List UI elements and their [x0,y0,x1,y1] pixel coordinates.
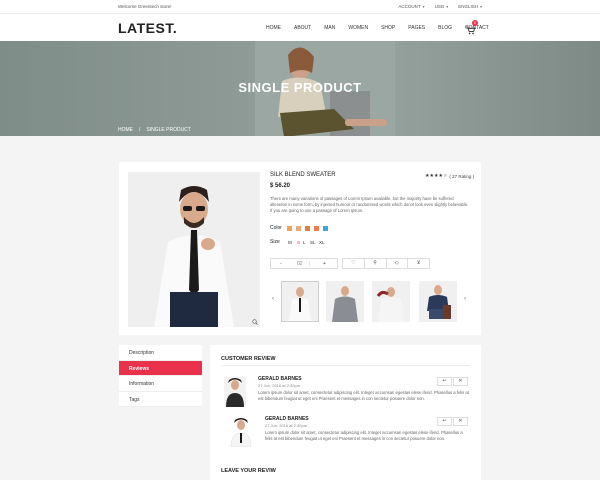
rating-count: ( 27 Rating ) [449,173,475,179]
color-swatch-3[interactable] [305,226,310,231]
product-description: There are many variations of passages of… [270,196,469,213]
cart-count-badge: 0 [472,20,478,26]
thumbnail-photo [372,281,410,322]
delete-button[interactable]: ✕ [453,377,468,386]
nav-shop[interactable]: SHOP [381,25,395,31]
top-bar: Welcome Greentech store! ACCOUNT ▾ USD ▾ E… [0,0,600,14]
product-rating: ★★★★★ ( 27 Rating ) [425,173,474,179]
cart-icon: ⊻ [416,260,421,266]
color-swatch-4[interactable] [314,226,319,231]
rating-stars: ★★★★★ [425,173,448,179]
quick-view-button[interactable]: ⚲ [365,259,387,268]
customer-review-heading: CUSTOMER REVIEW [221,356,276,362]
breadcrumb-separator: / [139,127,141,133]
size-option-sl[interactable]: SL [310,240,316,245]
thumbnail-2[interactable] [326,281,364,322]
reviewer-name: GERALD BARNES [265,416,309,422]
review-item-2: GERALD BARNES 27 Jun, 2016 at 2:30pm Lor… [265,416,465,441]
language-dropdown[interactable]: ENGLISH ▾ [458,4,482,9]
tag-icon: ◇ [394,260,399,266]
compare-button[interactable]: ◇ [387,259,409,268]
review-2-actions: ↩ ✕ [437,417,468,426]
heading-divider [221,365,470,366]
breadcrumb-home[interactable]: HOME [118,127,133,133]
zoom-icon[interactable] [252,319,258,325]
site-header: LATEST. HOME ABOUT MAN WOMEN SHOP PAGES … [0,14,600,41]
thumbnail-4[interactable] [419,281,457,322]
nav-pages[interactable]: PAGES [408,25,425,31]
review-item-1: GERALD BARNES 27 Jun, 2016 at 2:30pm Lor… [258,376,469,401]
thumbnail-photo [282,282,318,321]
size-option-xl[interactable]: XL [319,240,325,245]
cart-button[interactable]: 0 [466,20,478,35]
chevron-down-icon: ▾ [422,4,425,9]
nav-man[interactable]: MAN [324,25,335,31]
review-text: Lorem ipsum dolor sit amet, consectetur … [265,430,463,441]
heart-icon: ♡ [351,260,356,266]
page-title: SINGLE PRODUCT [238,80,362,95]
tab-description[interactable]: Description [119,345,202,361]
thumbnail-photo [419,281,457,322]
breadcrumb-current: SINGLE PRODUCT [146,127,191,133]
quantity-increase-button[interactable]: + [323,261,326,267]
tab-information[interactable]: Information [119,376,202,392]
chevron-down-icon: ▾ [479,4,482,9]
product-name: SILK BLEND SWEATER [270,172,336,178]
size-option-s[interactable]: S [297,240,300,245]
delete-button[interactable]: ✕ [453,417,468,426]
site-logo[interactable]: LATEST. [118,20,177,36]
breadcrumb: HOME / SINGLE PRODUCT [118,127,191,133]
reviewer-name: GERALD BARNES [258,376,302,382]
thumbnail-next-arrow[interactable]: › [464,296,466,302]
color-swatch-5[interactable] [323,226,328,231]
thumbnail-3[interactable] [372,281,410,322]
tab-tags[interactable]: Tags [119,392,202,407]
thumbnail-photo [326,281,364,322]
reviews-panel: CUSTOMER REVIEW GERALD BARNES 27 Jun, 20… [210,345,481,480]
product-actions: ♡ ⚲ ◇ ⊻ [342,258,430,269]
product-model-photo [128,172,260,327]
cart-icon [466,26,476,35]
review-1-actions: ↩ ✕ [437,377,468,386]
welcome-text: Welcome Greentech store! [118,4,172,9]
thumbnail-prev-arrow[interactable]: ‹ [272,296,274,302]
leave-review-heading: LEAVE YOUR REVIW [221,468,276,474]
search-icon: ⚲ [373,260,377,266]
thumbnail-1[interactable] [281,281,319,322]
reviewer-avatar [224,377,246,407]
nav-about[interactable]: ABOUT [294,25,311,31]
color-swatch-2[interactable] [296,226,301,231]
reply-button[interactable]: ↩ [437,417,452,426]
size-label: Size [270,239,280,245]
reply-button[interactable]: ↩ [437,377,452,386]
product-main-image[interactable] [128,172,260,327]
page-hero-banner: SINGLE PRODUCT HOME / SINGLE PRODUCT [0,41,600,136]
color-swatch-1[interactable] [287,226,292,231]
currency-dropdown[interactable]: USD ▾ [435,4,449,9]
nav-home[interactable]: HOME [266,25,281,31]
quantity-value[interactable]: 02 [297,261,303,267]
nav-blog[interactable]: BLOG [438,25,452,31]
size-option-l[interactable]: L [303,240,306,245]
size-option-m[interactable]: M [288,240,292,245]
quantity-divider: | [309,261,311,267]
reviewer-avatar [228,417,254,447]
wishlist-button[interactable]: ♡ [343,259,365,268]
account-dropdown[interactable]: ACCOUNT ▾ [398,4,424,9]
review-text: Lorem ipsum dolor sit amet, consectetur … [258,390,469,401]
chevron-down-icon: ▾ [446,4,449,9]
product-info-tabs: Description Reviews Information Tags [119,345,202,407]
nav-women[interactable]: WOMEN [348,25,368,31]
add-to-cart-button[interactable]: ⊻ [408,259,429,268]
quantity-stepper: - 02 | + [270,258,338,269]
review-date: 27 Jun, 2016 at 2:30pm [258,383,301,388]
review-date: 27 Jun, 2016 at 2:30pm [265,423,308,428]
tab-reviews[interactable]: Reviews [119,360,202,376]
quantity-decrease-button[interactable]: - [280,261,282,267]
color-label: Color [270,225,282,231]
product-price: $ 56.20 [270,183,291,189]
top-bar-menus: ACCOUNT ▾ USD ▾ ENGLISH ▾ [398,4,482,9]
